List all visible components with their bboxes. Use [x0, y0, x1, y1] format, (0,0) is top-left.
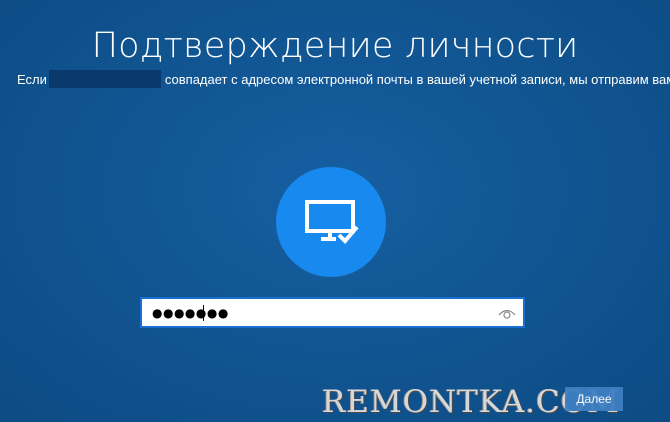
password-value[interactable]: ●●●●●●●: [152, 304, 229, 322]
subtitle-suffix: совпадает с адресом электронной почты в …: [164, 72, 670, 87]
device-verification-badge: [276, 167, 386, 277]
verification-screen: Подтверждение личности Если совпадает с а…: [0, 0, 670, 422]
page-title: Подтверждение личности: [91, 26, 579, 66]
subtitle-prefix: Если: [17, 72, 47, 87]
password-field[interactable]: ●●●●●●●: [140, 297, 525, 328]
text-caret: [203, 305, 204, 321]
redacted-email-block: [48, 70, 161, 88]
next-button[interactable]: Далее: [565, 387, 623, 411]
eye-icon[interactable]: [498, 305, 516, 321]
page-subtitle: Если совпадает с адресом электронной почт…: [17, 70, 670, 89]
monitor-check-icon: [305, 200, 359, 244]
